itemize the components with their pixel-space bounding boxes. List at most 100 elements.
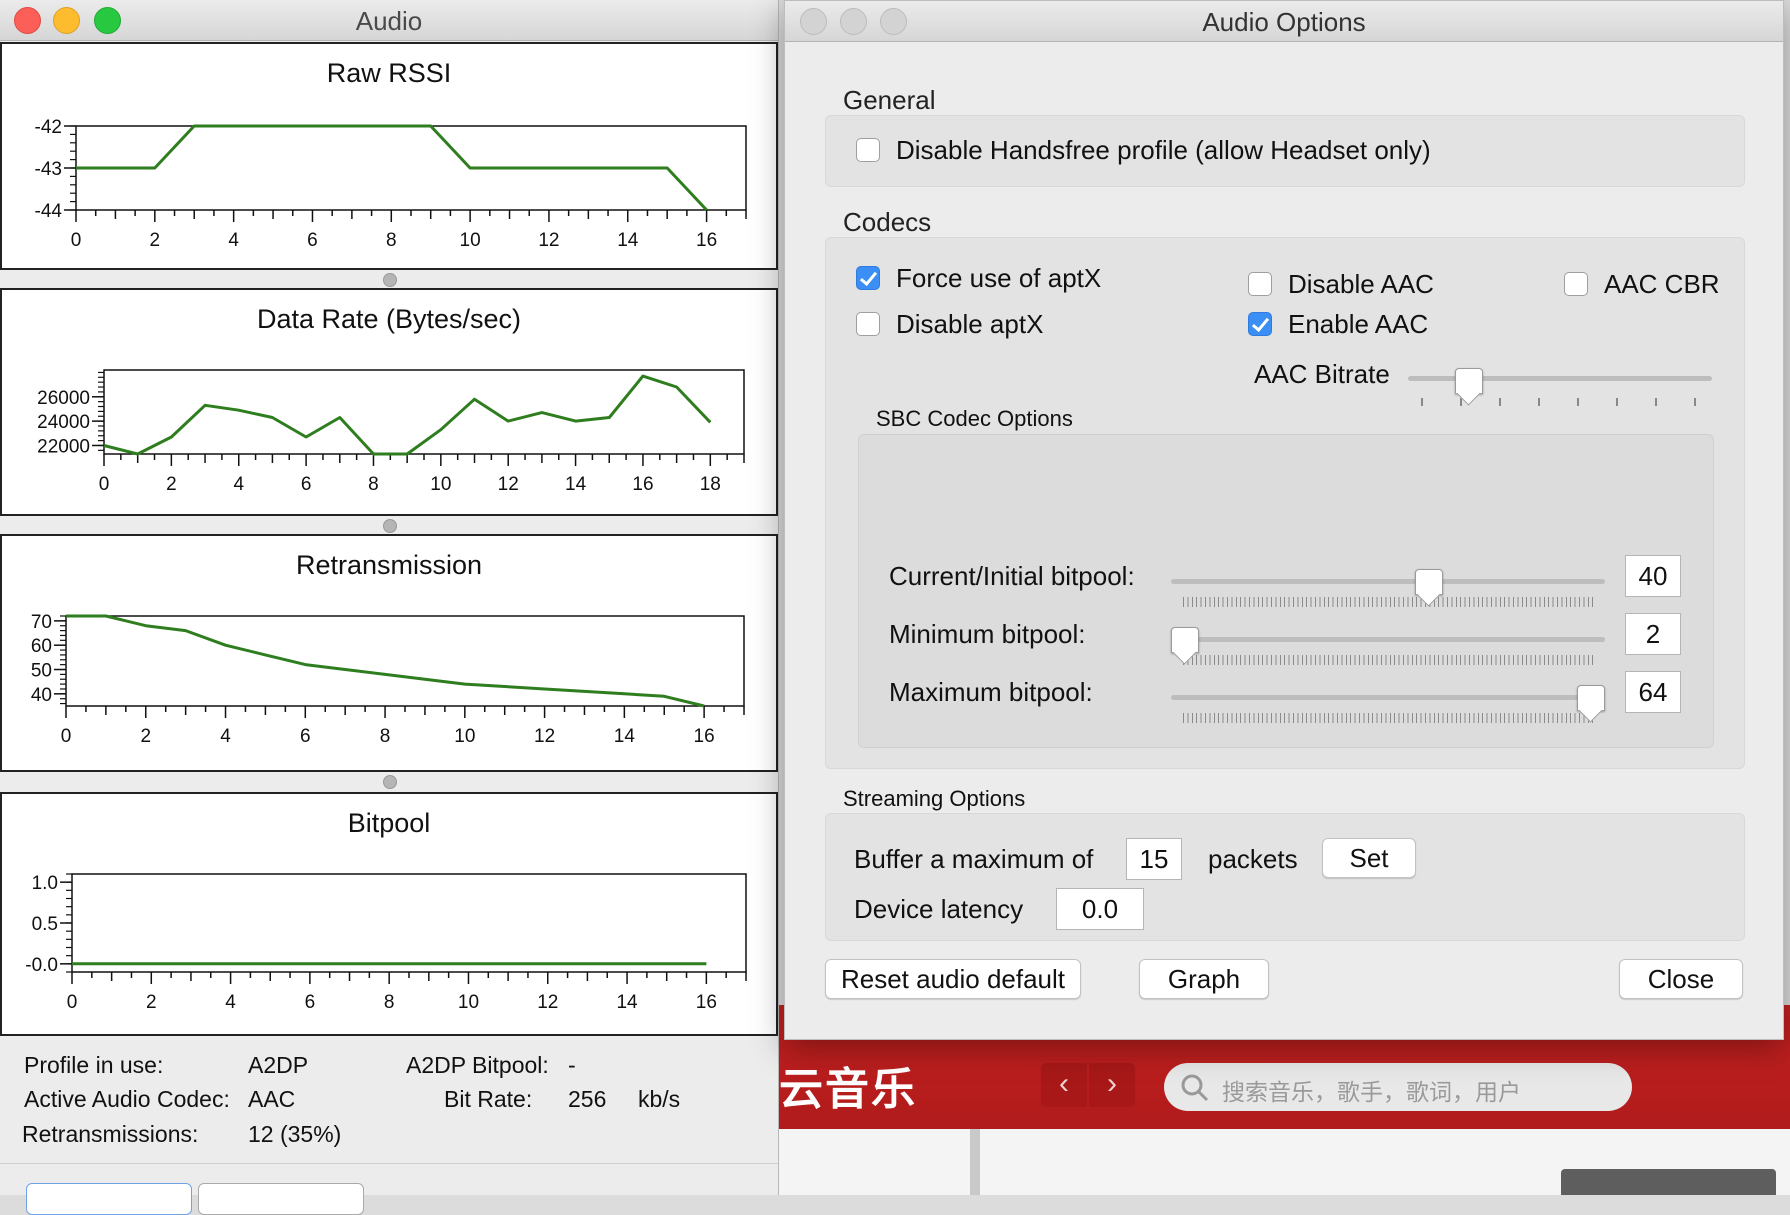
- audio-window: Audio Raw RSSI 0 2 4 6 8 10 12 14 16 -42 -43 -44 Da…: [0, 0, 779, 1215]
- chevron-left-icon[interactable]: ‹: [1041, 1063, 1087, 1107]
- bitpool-chart: 0 2 4 6 8 10 12 14 16 1.0 0.5 -0.0: [25, 873, 747, 1013]
- bitpool-x-tick-label: 10: [458, 992, 479, 1013]
- rssi-x-tick-label: 4: [228, 230, 239, 251]
- divider: [0, 1163, 778, 1164]
- bitpool-x-tick-label: 2: [146, 992, 157, 1013]
- bitpool-plot-frame: [71, 873, 747, 973]
- bitpool-graph-panel: Bitpool 0 2 4 6 8 10 12 14 16 1.0 0.5 -0.0: [0, 792, 778, 1036]
- download-tab[interactable]: [1561, 1169, 1776, 1195]
- bitpool-x-tick-label: 8: [384, 992, 395, 1013]
- device-latency-field[interactable]: 0.0: [1056, 888, 1144, 930]
- sbc-box: Current/Initial bitpool: 40 Minimum bitp…: [858, 434, 1714, 748]
- bitrate-label: Bit Rate:: [444, 1086, 533, 1112]
- datarate-x-tick-label: 10: [430, 474, 451, 495]
- datarate-x-tick-label: 8: [368, 474, 379, 495]
- retrans-x-tick-label: 16: [694, 726, 715, 747]
- retrans-x-tick-label: 12: [534, 726, 555, 747]
- codec-value: AAC: [248, 1086, 296, 1112]
- buffer-label: Buffer a maximum of: [854, 844, 1094, 874]
- splitter-handle[interactable]: [383, 273, 397, 287]
- force-aptx-label: Force use of aptX: [896, 263, 1102, 293]
- minimum-bitpool-ticks: [1183, 655, 1593, 665]
- force-aptx-checkbox[interactable]: [856, 266, 880, 290]
- streaming-section-label: Streaming Options: [843, 786, 1026, 811]
- datarate-graph-panel: Data Rate (Bytes/sec) 0 2 4 6 8 10 12 14 16 18 260…: [0, 288, 778, 516]
- current-bitpool-field[interactable]: 40: [1625, 555, 1681, 597]
- rssi-x-tick-label: 8: [386, 230, 397, 251]
- datarate-x-tick-label: 16: [632, 474, 653, 495]
- rssi-y-tick-label: -42: [35, 117, 62, 138]
- a2dp-bitpool-label: A2DP Bitpool:: [406, 1052, 549, 1078]
- options-titlebar: Audio Options: [785, 1, 1783, 42]
- bitpool-y-tick-label: 0.5: [32, 914, 58, 935]
- bitpool-x-tick-label: 14: [616, 992, 638, 1013]
- profile-label: Profile in use:: [24, 1052, 164, 1078]
- datarate-chart: 0 2 4 6 8 10 12 14 16 18 26000 24000 22000: [37, 369, 745, 495]
- buffer-packets-field[interactable]: 15: [1126, 838, 1182, 880]
- close-button[interactable]: Close: [1619, 959, 1743, 999]
- datarate-y-tick-label: 24000: [37, 412, 90, 433]
- retrans-y-tick-label: 70: [31, 612, 52, 633]
- current-bitpool-track[interactable]: [1171, 579, 1605, 584]
- minimum-bitpool-slider-thumb[interactable]: [1171, 627, 1199, 653]
- sbc-section-label: SBC Codec Options: [876, 406, 1073, 431]
- rssi-x-tick-label: 2: [150, 230, 161, 251]
- audio-titlebar: Audio: [0, 0, 778, 41]
- datarate-x-tick-label: 12: [498, 474, 519, 495]
- rssi-graph-panel: Raw RSSI 0 2 4 6 8 10 12 14 16 -42 -43 -44: [0, 42, 778, 270]
- minimum-bitpool-track[interactable]: [1171, 637, 1605, 642]
- disable-aptx-checkbox[interactable]: [856, 312, 880, 336]
- splitter-handle[interactable]: [383, 519, 397, 533]
- set-button[interactable]: Set: [1322, 838, 1416, 878]
- background-search-input[interactable]: 搜索音乐，歌手，歌词，用户: [1164, 1063, 1632, 1111]
- bitpool-y-tick-label: 1.0: [32, 873, 58, 894]
- audio-options-window: Audio Options General Disable Handsfree …: [784, 0, 1784, 1040]
- scrollbar[interactable]: [970, 1129, 980, 1195]
- retrans-x-tick-label: 2: [140, 726, 151, 747]
- packets-label: packets: [1208, 844, 1298, 874]
- splitter-handle[interactable]: [383, 775, 397, 789]
- bitrate-value: 256: [568, 1086, 607, 1112]
- rssi-x-tick-label: 6: [307, 230, 318, 251]
- disable-handsfree-checkbox[interactable]: [856, 138, 880, 162]
- bitpool-x-tick-label: 6: [305, 992, 316, 1013]
- options-window-title: Audio Options: [1202, 7, 1366, 37]
- bottom-button[interactable]: [26, 1183, 192, 1215]
- disable-aac-label: Disable AAC: [1288, 269, 1434, 299]
- rssi-y-tick-label: -43: [35, 159, 62, 180]
- retrans-x-tick-label: 6: [300, 726, 311, 747]
- reset-audio-default-button[interactable]: Reset audio default: [825, 959, 1081, 999]
- disable-aac-checkbox[interactable]: [1248, 272, 1272, 296]
- maximum-bitpool-track[interactable]: [1171, 695, 1605, 700]
- maximum-bitpool-ticks: [1183, 713, 1593, 723]
- retrans-y-tick-label: 50: [31, 661, 52, 682]
- disable-handsfree-label: Disable Handsfree profile (allow Headset…: [896, 135, 1431, 165]
- rssi-x-tick-label: 16: [696, 230, 717, 251]
- maximum-bitpool-slider-thumb[interactable]: [1577, 685, 1605, 711]
- device-latency-label: Device latency: [854, 894, 1024, 924]
- aac-cbr-checkbox[interactable]: [1564, 272, 1588, 296]
- rssi-x-tick-label: 0: [71, 230, 82, 251]
- rssi-x-tick-label: 12: [538, 230, 559, 251]
- background-app-content: [779, 1129, 1790, 1195]
- retrans-y-tick-label: 60: [31, 636, 52, 657]
- rssi-x-tick-label: 10: [460, 230, 481, 251]
- bitpool-x-tick-label: 0: [67, 992, 78, 1013]
- aac-bitrate-track[interactable]: [1408, 376, 1712, 381]
- maximum-bitpool-field[interactable]: 64: [1625, 671, 1681, 713]
- general-box: Disable Handsfree profile (allow Headset…: [825, 115, 1745, 187]
- bitrate-unit: kb/s: [638, 1086, 681, 1112]
- current-bitpool-slider-thumb[interactable]: [1414, 569, 1443, 595]
- graph-button[interactable]: Graph: [1139, 959, 1269, 999]
- current-bitpool-ticks: [1183, 597, 1593, 607]
- bitpool-x-tick-label: 12: [537, 992, 558, 1013]
- aac-bitrate-ticks: [1421, 398, 1696, 406]
- bottom-button[interactable]: [198, 1183, 364, 1215]
- aac-bitrate-slider-thumb[interactable]: [1454, 368, 1483, 394]
- rssi-chart: 0 2 4 6 8 10 12 14 16 -42 -43 -44: [35, 117, 747, 251]
- datarate-x-tick-label: 14: [565, 474, 587, 495]
- chevron-right-icon[interactable]: ›: [1089, 1063, 1135, 1107]
- minimum-bitpool-field[interactable]: 2: [1625, 613, 1681, 655]
- enable-aac-checkbox[interactable]: [1248, 312, 1272, 336]
- rssi-x-tick-label: 14: [617, 230, 639, 251]
